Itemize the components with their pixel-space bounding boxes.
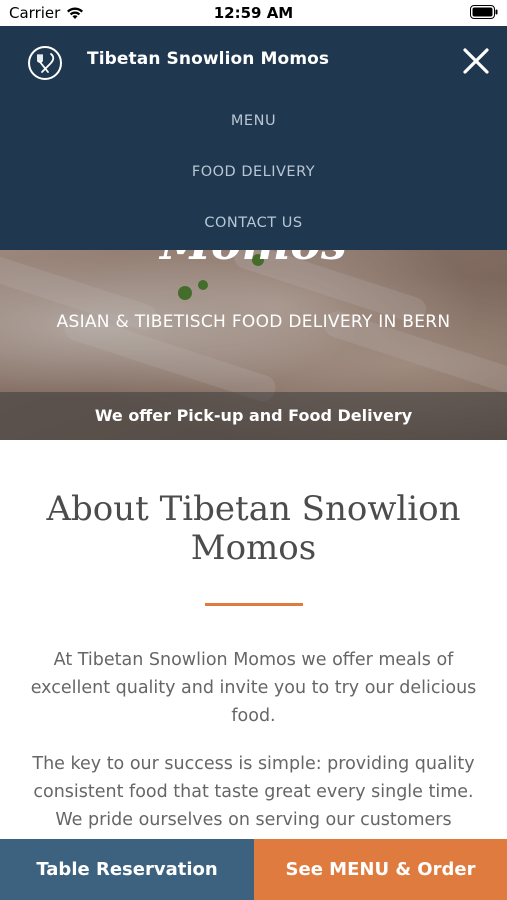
about-title: About Tibetan Snowlion Momos	[46, 489, 461, 568]
brand-name[interactable]: Tibetan Snowlion Momos	[87, 49, 329, 69]
hero-subtitle: ASIAN & TIBETISCH FOOD DELIVERY IN BERN	[56, 312, 451, 332]
status-time: 12:59 AM	[213, 4, 294, 22]
hero-banner: Momos ASIAN & TIBETISCH FOOD DELIVERY IN…	[0, 250, 507, 440]
see-menu-order-button[interactable]: See MENU & Order	[254, 839, 507, 900]
about-paragraph: The key to our success is simple: provid…	[32, 754, 475, 830]
nav-link-food-delivery[interactable]: FOOD DELIVERY	[0, 160, 507, 211]
about-divider	[205, 603, 303, 606]
nav-link-contact-us[interactable]: CONTACT US	[0, 211, 507, 262]
nav-menu-overlay: Tibetan Snowlion Momos MENU FOOD DELIVER…	[0, 26, 507, 250]
bottom-action-bar: Table Reservation See MENU & Order	[0, 839, 507, 900]
nav-links: MENU FOOD DELIVERY CONTACT US	[0, 109, 507, 262]
close-icon	[463, 48, 489, 74]
status-bar: Carrier 12:59 AM	[0, 0, 507, 26]
close-menu-button[interactable]	[461, 46, 491, 76]
nav-link-menu[interactable]: MENU	[0, 109, 507, 160]
restaurant-logo-icon[interactable]	[26, 44, 64, 82]
battery-icon	[470, 5, 498, 23]
about-paragraph: At Tibetan Snowlion Momos we offer meals…	[30, 650, 477, 726]
table-reservation-button[interactable]: Table Reservation	[0, 839, 254, 900]
hero-band: We offer Pick-up and Food Delivery	[0, 392, 507, 440]
